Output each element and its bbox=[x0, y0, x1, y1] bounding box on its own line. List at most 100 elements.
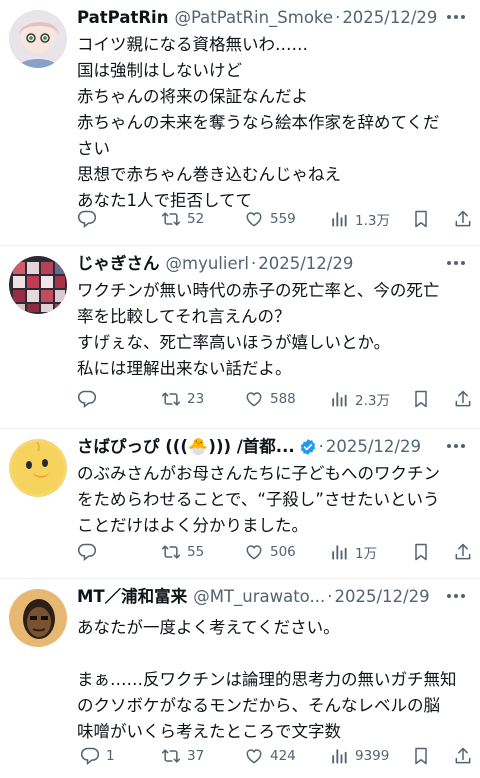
share-icon bbox=[453, 389, 473, 409]
tweet-actions: 52 559 1.3万 bbox=[77, 207, 472, 231]
bookmark-button[interactable] bbox=[411, 542, 431, 562]
views-icon bbox=[329, 542, 349, 562]
like-button[interactable]: 424 bbox=[244, 746, 296, 766]
like-count: 424 bbox=[270, 748, 296, 764]
like-button[interactable]: 506 bbox=[244, 542, 296, 562]
tweet-text-line: のクソボケがなるモンだから、そんなレベルの脳 bbox=[77, 696, 440, 715]
user-handle[interactable]: @PatPatRin_Smoke bbox=[174, 6, 333, 30]
retweet-count: 52 bbox=[187, 211, 205, 227]
tweet-text: コイツ親になる資格無いわ…… 国は強制はしないけど 赤ちゃんの将来の保証なんだよ… bbox=[77, 32, 470, 214]
tweet-text-line: 私には理解出来ない話だよ。 bbox=[77, 359, 292, 378]
avatar-image bbox=[9, 439, 67, 497]
bookmark-icon bbox=[411, 542, 431, 562]
tweet-date[interactable]: 2025/12/29 bbox=[326, 435, 421, 459]
avatar-image bbox=[9, 256, 67, 314]
separator-dot: · bbox=[318, 437, 324, 456]
like-icon bbox=[244, 542, 264, 562]
user-handle[interactable]: @MT_urawato... bbox=[193, 585, 325, 609]
like-button[interactable]: 588 bbox=[244, 389, 296, 409]
tweet-text-line: 思想で赤ちゃん巻き込むんじゃねえ bbox=[77, 165, 341, 184]
reply-button[interactable] bbox=[77, 542, 103, 562]
retweet-button[interactable]: 52 bbox=[161, 209, 204, 229]
avatar[interactable] bbox=[9, 439, 67, 497]
user-handle[interactable]: @myulierl bbox=[166, 252, 249, 276]
like-count: 506 bbox=[270, 544, 296, 560]
tweet-date[interactable]: 2025/12/29 bbox=[334, 585, 429, 609]
reply-button[interactable]: 1 bbox=[80, 746, 115, 766]
tweet[interactable]: PatPatRin @PatPatRin_Smoke · 2025/12/29 … bbox=[0, 0, 480, 246]
bookmark-icon bbox=[411, 389, 431, 409]
more-icon[interactable] bbox=[444, 439, 468, 453]
reply-icon bbox=[77, 389, 97, 409]
share-button[interactable] bbox=[453, 389, 473, 409]
share-button[interactable] bbox=[453, 746, 473, 766]
tweet-text-line: さい bbox=[77, 139, 110, 158]
views-button[interactable]: 9399 bbox=[329, 746, 389, 766]
bookmark-icon bbox=[411, 209, 431, 229]
tweet-header: PatPatRin @PatPatRin_Smoke · 2025/12/29 bbox=[77, 6, 466, 30]
avatar-image bbox=[9, 589, 67, 647]
tweet-text-line: 赤ちゃんの未来を奪うなら絵本作家を辞めてくだ bbox=[77, 113, 440, 132]
retweet-icon bbox=[161, 389, 181, 409]
tweet[interactable]: MT／浦和富来 @MT_urawato... · 2025/12/29 あなたが… bbox=[0, 579, 480, 778]
tweet-date[interactable]: 2025/12/29 bbox=[258, 252, 353, 276]
tweet-text: ワクチンが無い時代の赤子の死亡率と、今の死亡 率を比較してそれ言えんの？ すげぇ… bbox=[77, 278, 470, 382]
separator-dot: · bbox=[250, 254, 257, 273]
tweet[interactable]: じゃぎさん @myulierl · 2025/12/29 ワクチンが無い時代の赤… bbox=[0, 246, 480, 429]
bookmark-button[interactable] bbox=[411, 389, 431, 409]
more-icon[interactable] bbox=[444, 589, 468, 603]
retweet-icon bbox=[161, 209, 181, 229]
share-button[interactable] bbox=[453, 209, 473, 229]
views-button[interactable]: 1.3万 bbox=[329, 209, 390, 229]
like-icon bbox=[244, 389, 264, 409]
tweet-text-line: のぶみさんがお母さんたちに子どもへのワクチン bbox=[77, 464, 440, 483]
reply-button[interactable] bbox=[77, 389, 103, 409]
tweet-text-line: すげぇな、死亡率高いほうが嬉しいとか。 bbox=[77, 333, 391, 352]
tweet-text-line: ワクチンが無い時代の赤子の死亡率と、今の死亡 bbox=[77, 281, 440, 300]
more-icon[interactable] bbox=[444, 10, 468, 24]
tweet-text: あなたが一度よく考えてください。 まぁ……反ワクチンは論理的思考力の無いガチ無知… bbox=[77, 615, 470, 745]
tweet-text-line: あなたが一度よく考えてください。 bbox=[77, 618, 340, 637]
views-icon bbox=[329, 389, 349, 409]
view-count: 1.3万 bbox=[355, 213, 390, 229]
display-name[interactable]: じゃぎさん bbox=[77, 252, 160, 276]
more-icon[interactable] bbox=[444, 256, 468, 270]
avatar[interactable] bbox=[9, 10, 67, 68]
tweet[interactable]: さばぴっぴ (((🐣))) /首都... · 2025/12/29 のぶみさんが… bbox=[0, 429, 480, 579]
retweet-button[interactable]: 37 bbox=[161, 746, 204, 766]
avatar-image bbox=[9, 10, 67, 68]
avatar[interactable] bbox=[9, 256, 67, 314]
views-icon bbox=[329, 209, 349, 229]
retweet-count: 23 bbox=[187, 391, 205, 407]
separator-dot: · bbox=[327, 587, 333, 606]
view-count: 1万 bbox=[355, 546, 378, 562]
retweet-icon bbox=[161, 542, 181, 562]
share-button[interactable] bbox=[453, 542, 473, 562]
views-icon bbox=[329, 746, 349, 766]
tweet-text-line: 国は強制はしないけど bbox=[77, 61, 242, 80]
tweet-date[interactable]: 2025/12/29 bbox=[342, 6, 437, 30]
display-name[interactable]: MT／浦和富来 bbox=[77, 585, 187, 609]
verified-icon bbox=[300, 439, 315, 455]
bookmark-button[interactable] bbox=[411, 209, 431, 229]
view-count: 2.3万 bbox=[355, 393, 390, 409]
display-name[interactable]: PatPatRin bbox=[77, 6, 168, 30]
bookmark-icon bbox=[411, 746, 431, 766]
retweet-button[interactable]: 23 bbox=[161, 389, 204, 409]
reply-button[interactable] bbox=[77, 209, 103, 229]
tweet-text-line: をためらわせることで、“子殺し”させたいという bbox=[77, 490, 440, 509]
display-name[interactable]: さばぴっぴ (((🐣))) /首都... bbox=[77, 435, 295, 459]
share-icon bbox=[453, 542, 473, 562]
tweet-text-line: まぁ……反ワクチンは論理的思考力の無いガチ無知 bbox=[77, 670, 457, 689]
tweet-text-line: 赤ちゃんの将来の保証なんだよ bbox=[77, 87, 308, 106]
tweet-text-line: 味噌がいくら考えたところで文字数 bbox=[77, 722, 341, 741]
bookmark-button[interactable] bbox=[411, 746, 431, 766]
retweet-button[interactable]: 55 bbox=[161, 542, 204, 562]
avatar[interactable] bbox=[9, 589, 67, 647]
views-button[interactable]: 1万 bbox=[329, 542, 377, 562]
tweet-header: じゃぎさん @myulierl · 2025/12/29 bbox=[77, 252, 466, 276]
views-button[interactable]: 2.3万 bbox=[329, 389, 390, 409]
share-icon bbox=[453, 209, 473, 229]
like-button[interactable]: 559 bbox=[244, 209, 296, 229]
